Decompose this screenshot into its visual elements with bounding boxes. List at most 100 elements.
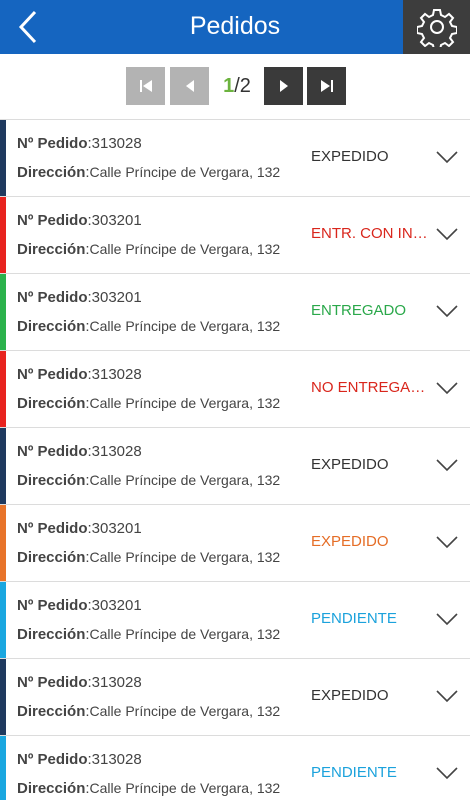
status-color-bar <box>0 197 6 273</box>
address-line: Dirección:Calle Príncipe de Vergara, 132 <box>17 241 281 258</box>
chevron-down-icon[interactable] <box>436 381 458 395</box>
order-number: 303201 <box>91 520 142 537</box>
order-number-line: Nº Pedido:313028 <box>17 443 142 460</box>
order-number: 313028 <box>91 674 142 691</box>
chevron-down-icon[interactable] <box>436 766 458 780</box>
order-number: 313028 <box>91 443 142 460</box>
status-badge: EXPEDIDO <box>311 456 389 473</box>
order-row[interactable]: Nº Pedido:303201 Dirección:Calle Príncipe… <box>0 505 470 582</box>
order-address: Calle Príncipe de Vergara, 132 <box>89 318 281 334</box>
address-line: Dirección:Calle Príncipe de Vergara, 132 <box>17 395 281 412</box>
order-row[interactable]: Nº Pedido:313028 Dirección:Calle Príncipe… <box>0 736 470 800</box>
previous-page-button[interactable] <box>170 67 209 105</box>
status-badge: PENDIENTE <box>311 610 397 627</box>
order-address: Calle Príncipe de Vergara, 132 <box>89 703 281 719</box>
order-address: Calle Príncipe de Vergara, 132 <box>89 549 281 565</box>
chevron-down-icon[interactable] <box>436 227 458 241</box>
order-number-line: Nº Pedido:313028 <box>17 135 142 152</box>
address-line: Dirección:Calle Príncipe de Vergara, 132 <box>17 703 281 720</box>
order-row[interactable]: Nº Pedido:313028 Dirección:Calle Príncipe… <box>0 351 470 428</box>
order-number: 303201 <box>91 212 142 229</box>
order-number-label: Nº Pedido <box>17 751 88 768</box>
order-number-label: Nº Pedido <box>17 212 88 229</box>
status-color-bar <box>0 351 6 427</box>
order-row[interactable]: Nº Pedido:313028 Dirección:Calle Príncipe… <box>0 120 470 197</box>
total-pages: 2 <box>239 75 251 97</box>
address-line: Dirección:Calle Príncipe de Vergara, 132 <box>17 318 281 335</box>
order-number: 313028 <box>91 751 142 768</box>
address-line: Dirección:Calle Príncipe de Vergara, 132 <box>17 780 281 797</box>
pagination: 1/2 <box>0 54 470 119</box>
status-badge: ENTR. CON INCIDENCIA <box>311 225 429 242</box>
next-page-button[interactable] <box>264 67 303 105</box>
chevron-down-icon[interactable] <box>436 689 458 703</box>
address-label: Dirección <box>17 780 86 797</box>
status-badge: EXPEDIDO <box>311 533 389 550</box>
order-row[interactable]: Nº Pedido:313028 Dirección:Calle Príncipe… <box>0 659 470 736</box>
app-header: Pedidos <box>0 0 470 54</box>
address-line: Dirección:Calle Príncipe de Vergara, 132 <box>17 626 281 643</box>
order-address: Calle Príncipe de Vergara, 132 <box>89 395 281 411</box>
status-badge: EXPEDIDO <box>311 148 389 165</box>
order-row[interactable]: Nº Pedido:303201 Dirección:Calle Príncipe… <box>0 197 470 274</box>
order-number-label: Nº Pedido <box>17 520 88 537</box>
address-label: Dirección <box>17 549 86 566</box>
status-badge: PENDIENTE <box>311 764 397 781</box>
chevron-down-icon[interactable] <box>436 304 458 318</box>
status-color-bar <box>0 428 6 504</box>
status-color-bar <box>0 120 6 196</box>
address-line: Dirección:Calle Príncipe de Vergara, 132 <box>17 164 281 181</box>
settings-button[interactable] <box>403 0 470 54</box>
skip-first-icon <box>139 80 152 92</box>
order-number: 303201 <box>91 597 142 614</box>
next-arrow-icon <box>279 80 288 92</box>
status-badge: NO ENTREGADO <box>311 379 429 396</box>
order-address: Calle Príncipe de Vergara, 132 <box>89 241 281 257</box>
address-label: Dirección <box>17 241 86 258</box>
address-line: Dirección:Calle Príncipe de Vergara, 132 <box>17 549 281 566</box>
order-number-label: Nº Pedido <box>17 135 88 152</box>
order-address: Calle Príncipe de Vergara, 132 <box>89 626 281 642</box>
address-label: Dirección <box>17 318 86 335</box>
prev-arrow-icon <box>185 80 194 92</box>
order-list: Nº Pedido:313028 Dirección:Calle Príncipe… <box>0 119 470 800</box>
chevron-down-icon[interactable] <box>436 458 458 472</box>
order-number-label: Nº Pedido <box>17 597 88 614</box>
chevron-down-icon[interactable] <box>436 612 458 626</box>
chevron-down-icon[interactable] <box>436 150 458 164</box>
first-page-button[interactable] <box>126 67 165 105</box>
skip-last-icon <box>320 80 333 92</box>
status-color-bar <box>0 736 6 800</box>
order-number: 303201 <box>91 289 142 306</box>
order-number: 313028 <box>91 366 142 383</box>
current-page: 1 <box>223 75 235 97</box>
order-address: Calle Príncipe de Vergara, 132 <box>89 780 281 796</box>
last-page-button[interactable] <box>307 67 346 105</box>
address-label: Dirección <box>17 395 86 412</box>
order-address: Calle Príncipe de Vergara, 132 <box>89 472 281 488</box>
address-label: Dirección <box>17 626 86 643</box>
address-label: Dirección <box>17 472 86 489</box>
status-badge: EXPEDIDO <box>311 687 389 704</box>
order-number-line: Nº Pedido:313028 <box>17 366 142 383</box>
status-color-bar <box>0 274 6 350</box>
gear-icon <box>416 9 457 47</box>
order-number-line: Nº Pedido:303201 <box>17 212 142 229</box>
page-indicator: 1/2 <box>213 67 261 105</box>
order-number-line: Nº Pedido:313028 <box>17 751 142 768</box>
address-label: Dirección <box>17 703 86 720</box>
order-number: 313028 <box>91 135 142 152</box>
order-row[interactable]: Nº Pedido:303201 Dirección:Calle Príncipe… <box>0 274 470 351</box>
page-title: Pedidos <box>189 12 281 40</box>
address-label: Dirección <box>17 164 86 181</box>
status-color-bar <box>0 582 6 658</box>
order-number-label: Nº Pedido <box>17 289 88 306</box>
order-row[interactable]: Nº Pedido:313028 Dirección:Calle Príncipe… <box>0 428 470 505</box>
order-address: Calle Príncipe de Vergara, 132 <box>89 164 281 180</box>
status-color-bar <box>0 505 6 581</box>
status-color-bar <box>0 659 6 735</box>
order-number-line: Nº Pedido:303201 <box>17 597 142 614</box>
order-row[interactable]: Nº Pedido:303201 Dirección:Calle Príncipe… <box>0 582 470 659</box>
chevron-down-icon[interactable] <box>436 535 458 549</box>
order-number-line: Nº Pedido:303201 <box>17 289 142 306</box>
